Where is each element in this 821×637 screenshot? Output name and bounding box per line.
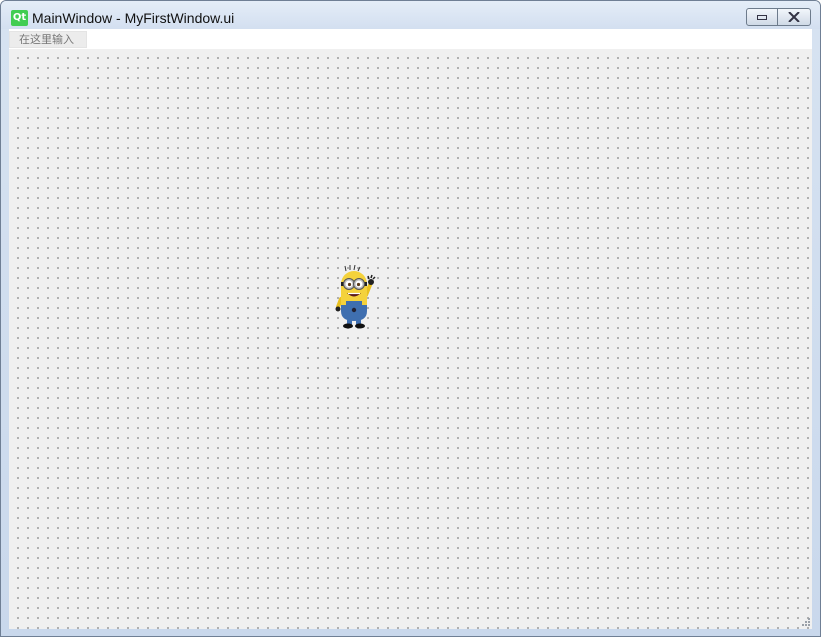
minimize-button[interactable] [746,8,778,26]
minimize-icon [757,15,767,20]
close-icon [788,11,800,23]
close-button[interactable] [777,8,811,26]
menu-bar: 在这里输入 [9,29,812,49]
main-window: Qt MainWindow - MyFirstWindow.ui 在这里输入 [0,0,821,637]
title-bar[interactable]: Qt MainWindow - MyFirstWindow.ui [1,1,820,29]
size-grip-icon[interactable] [799,615,811,627]
central-widget-canvas[interactable]: 在这里输入 [9,29,812,629]
menu-type-here-input[interactable]: 在这里输入 [9,31,87,48]
minion-image[interactable] [332,265,376,329]
qt-logo-icon: Qt [11,10,28,26]
window-title: MainWindow - MyFirstWindow.ui [32,10,235,26]
